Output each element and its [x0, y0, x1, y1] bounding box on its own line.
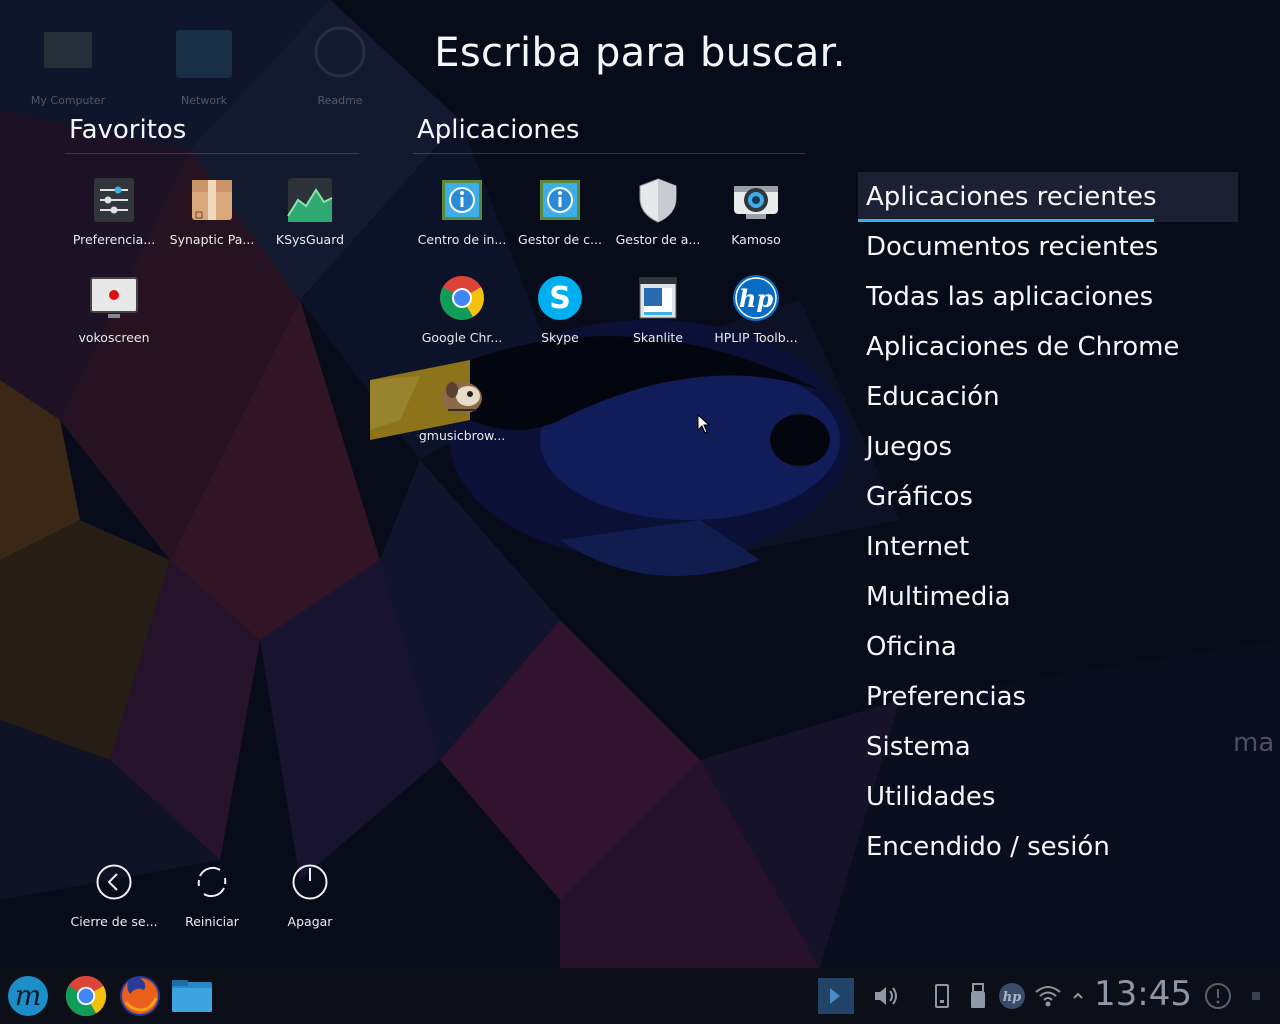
show-desktop-icon[interactable] — [816, 976, 856, 1016]
scanner-icon — [634, 274, 682, 322]
category-power-session[interactable]: Encendido / sesión — [858, 822, 1238, 872]
logout-icon — [96, 864, 132, 900]
app-skype[interactable]: S Skype — [511, 270, 609, 366]
category-games[interactable]: Juegos — [858, 422, 1238, 472]
category-utilities[interactable]: Utilidades — [858, 772, 1238, 822]
info-manager-icon — [536, 176, 584, 224]
notifications-icon[interactable] — [1204, 982, 1232, 1010]
restart-icon — [194, 864, 230, 900]
shutdown-button[interactable]: Apagar — [261, 864, 359, 929]
chrome-icon — [438, 274, 486, 322]
usb-icon[interactable] — [964, 982, 992, 1010]
app-label: HPLIP Toolb... — [714, 330, 798, 345]
favorite-synaptic[interactable]: Synaptic Pa... — [163, 172, 261, 268]
favorite-preferences[interactable]: Preferencia... — [65, 172, 163, 268]
svg-text:S: S — [549, 281, 571, 316]
app-info-manager[interactable]: Gestor de c... — [511, 172, 609, 268]
app-google-chrome[interactable]: Google Chr... — [413, 270, 511, 366]
skype-icon: S — [536, 274, 584, 322]
wifi-icon[interactable] — [1034, 982, 1062, 1010]
application-launcher: Escriba para buscar. Favoritos Preferenc… — [0, 0, 1280, 968]
shield-icon — [634, 176, 682, 224]
favorite-ksysguard[interactable]: KSysGuard — [261, 172, 359, 268]
info-center-icon — [438, 176, 486, 224]
favorites-title: Favoritos — [69, 115, 187, 145]
chrome-icon[interactable] — [64, 974, 108, 1018]
category-office[interactable]: Oficina — [858, 622, 1238, 672]
device-notifier-icon[interactable] — [928, 982, 956, 1010]
app-security-manager[interactable]: Gestor de a... — [609, 172, 707, 268]
app-label: Centro de in... — [417, 232, 507, 247]
category-graphics[interactable]: Gráficos — [858, 472, 1238, 522]
app-label: Kamoso — [731, 232, 781, 247]
power-off-icon — [292, 864, 328, 900]
applications-title: Aplicaciones — [417, 115, 580, 145]
applications-divider — [413, 153, 805, 154]
svg-text:hp: hp — [1003, 990, 1022, 1005]
taskbar: m hp 13:45 — [0, 968, 1280, 1024]
app-skanlite[interactable]: Skanlite — [609, 270, 707, 366]
firefox-icon[interactable] — [118, 974, 162, 1018]
category-system[interactable]: Sistema — [858, 722, 1238, 772]
app-label: KSysGuard — [275, 232, 345, 247]
app-hplip-toolbox[interactable]: hp HPLIP Toolb... — [707, 270, 805, 366]
power-label: Apagar — [287, 914, 333, 929]
logout-button[interactable]: Cierre de se... — [65, 864, 163, 929]
hp-tray-icon[interactable]: hp — [998, 982, 1026, 1010]
favorites-divider — [65, 153, 359, 154]
menu-logo-icon[interactable]: m — [6, 974, 50, 1018]
system-monitor-icon — [286, 176, 334, 224]
app-label: Skanlite — [632, 330, 684, 345]
mouse-cursor-icon — [697, 414, 711, 434]
app-label: vokoscreen — [78, 330, 150, 345]
app-label: Synaptic Pa... — [169, 232, 255, 247]
package-box-icon — [188, 176, 236, 224]
category-preferences[interactable]: Preferencias — [858, 672, 1238, 722]
webcam-icon — [732, 176, 780, 224]
settings-sliders-icon — [90, 176, 138, 224]
power-label: Reiniciar — [185, 914, 239, 929]
category-education[interactable]: Educación — [858, 372, 1238, 422]
app-info-center[interactable]: Centro de in... — [413, 172, 511, 268]
power-label: Cierre de se... — [70, 914, 158, 929]
expand-tray-icon[interactable] — [1070, 982, 1086, 1010]
category-chrome-apps[interactable]: Aplicaciones de Chrome — [858, 322, 1238, 372]
panel-menu-icon[interactable] — [1246, 982, 1266, 1010]
volume-icon[interactable] — [872, 982, 900, 1010]
file-manager-icon[interactable] — [170, 974, 214, 1018]
app-gmusicbrowser[interactable]: gmusicbrow... — [413, 368, 511, 464]
category-multimedia[interactable]: Multimedia — [858, 572, 1238, 622]
screen-recorder-icon — [90, 274, 138, 322]
category-list: Aplicaciones recientes Documentos recien… — [858, 172, 1238, 872]
category-all-applications[interactable]: Todas las aplicaciones — [858, 272, 1238, 322]
app-label: Google Chr... — [421, 330, 503, 345]
category-recent-documents[interactable]: Documentos recientes — [858, 222, 1238, 272]
app-label: Gestor de a... — [615, 232, 701, 247]
svg-text:m: m — [15, 979, 42, 1012]
svg-text:hp: hp — [739, 284, 773, 313]
app-label: gmusicbrow... — [418, 428, 506, 443]
clock[interactable]: 13:45 — [1094, 974, 1192, 1014]
app-label: Preferencia... — [72, 232, 156, 247]
app-label: Gestor de c... — [518, 232, 602, 247]
category-recent-applications[interactable]: Aplicaciones recientes — [858, 172, 1238, 222]
app-label: Skype — [541, 330, 579, 345]
hp-icon: hp — [732, 274, 780, 322]
category-internet[interactable]: Internet — [858, 522, 1238, 572]
favorite-vokoscreen[interactable]: vokoscreen — [65, 270, 163, 366]
search-prompt[interactable]: Escriba para buscar. — [0, 30, 1280, 76]
music-browser-icon — [438, 372, 486, 420]
app-kamoso[interactable]: Kamoso — [707, 172, 805, 268]
restart-button[interactable]: Reiniciar — [163, 864, 261, 929]
